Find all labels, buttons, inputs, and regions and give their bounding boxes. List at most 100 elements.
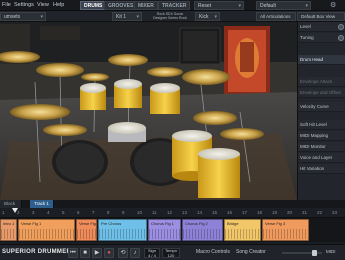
track-block[interactable]: Intro 1: [0, 219, 17, 241]
ruler-tick: 23: [332, 210, 338, 215]
playhead-marker[interactable]: [12, 208, 18, 213]
tuning-knob-icon[interactable]: [338, 35, 344, 41]
tab-mixer[interactable]: MIXER: [134, 1, 158, 10]
track-block[interactable]: Verse Fig 3: [262, 219, 309, 241]
chevron-down-icon: ▾: [238, 3, 241, 9]
splash-cymbal[interactable]: [81, 73, 109, 81]
ruler-tick: 6: [77, 210, 80, 215]
loop-icon: ⟲: [120, 250, 126, 256]
drumsets-dropdown[interactable]: umsets ▾: [0, 12, 46, 21]
signature-value: 4 / 4: [148, 252, 156, 258]
song-creator-button[interactable]: Song Creator: [236, 249, 266, 255]
rack-tom-3[interactable]: [150, 83, 180, 114]
rp-row-voice-layer[interactable]: Voice and Layer: [298, 153, 345, 163]
midi-notes: [263, 229, 308, 239]
tab-block[interactable]: Block: [0, 200, 22, 208]
rp-row-envelope-attack-label: Envelope Attack: [300, 79, 333, 84]
rewind-button[interactable]: ⏮: [68, 248, 78, 258]
midi-notes: [149, 229, 180, 239]
settings-icon[interactable]: ⚙: [330, 1, 336, 9]
crash-cymbal-left[interactable]: [36, 63, 84, 77]
default-dropdown[interactable]: Default ▾: [256, 1, 311, 10]
ruler-tick: 18: [257, 210, 263, 215]
stop-button[interactable]: ■: [80, 248, 90, 258]
ruler-tick: 14: [197, 210, 203, 215]
rack-tom-1[interactable]: [80, 83, 106, 110]
crash-cymbal-right[interactable]: [147, 67, 183, 77]
track-block-label: Pre Chorus: [101, 221, 122, 226]
rp-row-envelope-offset[interactable]: Envelope and Offset: [298, 88, 345, 98]
rp-row-envelope-attack[interactable]: Envelope Attack: [298, 77, 345, 87]
volume-slider-thumb[interactable]: [312, 250, 317, 256]
tab-drums[interactable]: DRUMS: [80, 1, 107, 10]
ruler-tick: 7: [92, 210, 95, 215]
track-block[interactable]: Verse Fig 2: [76, 219, 97, 241]
view-dropdown[interactable]: Default Box View: [297, 12, 345, 21]
rp-row-velocity-curve-label: Velocity Curve: [300, 104, 329, 109]
midi-notes: [99, 229, 146, 239]
ruler-tick: 5: [62, 210, 65, 215]
instrument-dropdown[interactable]: Kick ▾: [195, 12, 220, 21]
menu-file[interactable]: File: [2, 2, 11, 8]
track-block[interactable]: Chorus Fig 2: [182, 219, 223, 241]
track-block[interactable]: Verse Fig 1: [18, 219, 75, 241]
menu-view[interactable]: View: [37, 2, 49, 8]
menu-help[interactable]: Help: [53, 2, 64, 8]
song-track-lane[interactable]: Intro 1 Verse Fig 1 Verse Fig 2 Pre Chorus C…: [0, 218, 345, 242]
floor-tom-2[interactable]: [198, 148, 240, 198]
macro-controls-button[interactable]: Macro Controls: [196, 249, 230, 255]
rp-row-level-label: Level: [300, 24, 311, 29]
loop-button[interactable]: ⟲: [118, 248, 128, 258]
china-cymbal[interactable]: [43, 124, 87, 136]
rp-row-hit-variation-label: Hit Variation: [300, 166, 325, 171]
rp-row-voice-layer-label: Voice and Layer: [300, 155, 333, 160]
tab-tracker[interactable]: TRACKER: [158, 1, 191, 10]
articulation-dropdown[interactable]: All Articulations: [256, 12, 296, 21]
ruler-tick: 17: [242, 210, 248, 215]
crash-cymbal-low[interactable]: [220, 128, 264, 140]
tab-grooves[interactable]: GROOVES: [104, 1, 138, 10]
midi-notes: [225, 229, 260, 239]
view-dropdown-label: Default Box View: [301, 14, 336, 19]
rp-row-midi-monitor[interactable]: MIDI Monitor: [298, 142, 345, 152]
track-block[interactable]: Bridge: [224, 219, 261, 241]
rp-row-tuning-label: Tuning: [300, 35, 314, 40]
track-block[interactable]: Chorus Fig 1: [148, 219, 181, 241]
rp-row-midi-mapping[interactable]: MIDI Mapping: [298, 131, 345, 141]
rack-tom-2[interactable]: [114, 79, 142, 108]
kit-dropdown[interactable]: Kit 1 ▾: [112, 12, 142, 21]
signature-display[interactable]: Sign 4 / 4: [144, 248, 160, 258]
timeline-ruler[interactable]: 1 2 3 4 5 6 7 8 9 10 11 12 13 14 15 16 17 18 19 20 21 22 23: [0, 208, 345, 218]
record-button[interactable]: ●: [104, 248, 114, 258]
midi-notes: [183, 229, 222, 239]
crash-cymbal-center[interactable]: [108, 54, 148, 66]
rp-row-hit-variation[interactable]: Hit Variation: [298, 164, 345, 174]
rp-row-tuning[interactable]: Tuning: [298, 33, 345, 43]
play-button[interactable]: ▶: [92, 248, 102, 258]
metronome-button[interactable]: ♪: [130, 248, 140, 258]
kit-toolbar: umsets ▾ Kit 1 ▾ Rock SDX Sonar Designer…: [0, 11, 345, 22]
volume-slider[interactable]: [282, 250, 322, 256]
ride-cymbal-2[interactable]: [193, 111, 237, 125]
ruler-tick: 3: [32, 210, 35, 215]
kit-title: Rock SDX Sonar Designer Series Rock: [150, 12, 190, 20]
kick-drum-left[interactable]: [52, 140, 108, 184]
menu-settings[interactable]: Settings: [14, 2, 34, 8]
stop-icon: ■: [83, 250, 87, 256]
ruler-tick: 21: [302, 210, 308, 215]
level-knob-icon[interactable]: [338, 24, 344, 30]
rp-row-velocity-curve[interactable]: Velocity Curve: [298, 102, 345, 112]
tempo-display[interactable]: Tempo 120: [162, 248, 180, 258]
chevron-down-icon: ▾: [214, 14, 217, 20]
tab-track-1[interactable]: Track 1: [30, 200, 54, 208]
hihat-cymbal[interactable]: [10, 104, 70, 120]
midi-indicator: MIDI: [326, 249, 336, 254]
rp-row-level[interactable]: Level: [298, 22, 345, 32]
rp-row-drum-head[interactable]: Drum Head: [298, 55, 345, 65]
track-block-label: Verse Fig 2: [79, 221, 96, 226]
ride-cymbal[interactable]: [182, 69, 230, 85]
preset-dropdown[interactable]: Reset ▾: [194, 1, 244, 10]
snare-drum[interactable]: [108, 122, 146, 142]
track-block[interactable]: Pre Chorus: [98, 219, 147, 241]
rp-row-soft-hit-level[interactable]: Soft Hit Level: [298, 120, 345, 130]
